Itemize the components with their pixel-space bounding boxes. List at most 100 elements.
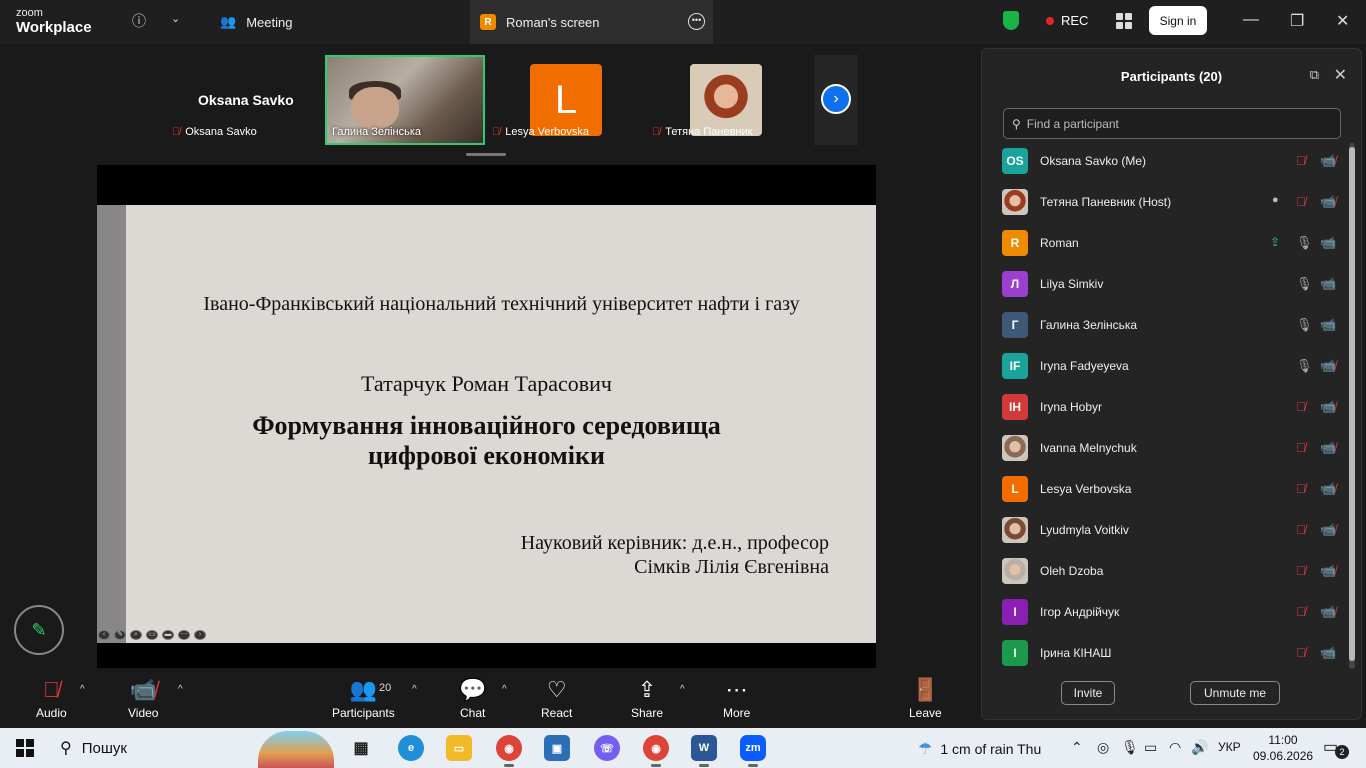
pen-icon[interactable]: ✎ — [114, 630, 126, 640]
mic-icon[interactable]: 🎙 — [1296, 358, 1313, 374]
next-page-button[interactable]: › — [814, 55, 858, 145]
share-button[interactable]: ⇪ Share — [631, 676, 663, 720]
zoom-taskbar-icon[interactable]: zm — [740, 735, 766, 767]
minimize-icon[interactable]: — — [1243, 11, 1259, 29]
participant-row[interactable]: L Lesya Verbovska 🎙̸ 📹̸ — [982, 469, 1348, 510]
unmute-me-button[interactable]: Unmute me — [1190, 681, 1280, 705]
self-name-tile[interactable]: Oksana Savko — [198, 92, 294, 108]
chat-button[interactable]: 💬 Chat — [459, 676, 486, 720]
leave-button[interactable]: 🚪 Leave — [909, 676, 942, 720]
wifi-icon[interactable]: ◠ — [1169, 739, 1181, 756]
participant-row[interactable]: Lyudmyla Voitkiv 🎙̸ 📹̸ — [982, 510, 1348, 551]
word-icon[interactable]: W — [691, 735, 717, 767]
zoom-icon[interactable]: ⌕ — [130, 630, 142, 640]
camera-off-icon[interactable]: 📹̸ — [1320, 563, 1336, 579]
mic-muted-icon[interactable]: 🎙̸ — [1296, 522, 1306, 537]
popout-icon[interactable]: ⧉ — [1310, 67, 1319, 83]
close-window-icon[interactable]: ✕ — [1336, 11, 1349, 31]
mic-icon[interactable]: 🎙 — [1296, 235, 1313, 251]
tab-shared-screen[interactable]: R Roman's screen ••• — [470, 0, 713, 44]
participants-options-caret-icon[interactable]: ^ — [412, 684, 417, 695]
participant-search[interactable]: ⚲ — [1003, 108, 1341, 139]
scrollbar-thumb[interactable] — [1349, 147, 1355, 661]
more-button[interactable]: ⋯ More — [723, 676, 750, 720]
list-scrollbar[interactable] — [1349, 143, 1355, 669]
participant-row[interactable]: Ivanna Melnychuk 🎙̸ 📹̸ — [982, 428, 1348, 469]
participant-row[interactable]: R Roman ⇪ 🎙 📹 — [982, 223, 1348, 264]
search-input[interactable] — [1026, 116, 1327, 131]
share-options-caret-icon[interactable]: ^ — [680, 684, 685, 695]
participant-row[interactable]: І Ірина КІНАШ 🎙̸ 📹 — [982, 633, 1348, 671]
restore-icon[interactable]: ❐ — [1290, 11, 1304, 31]
recording-indicator[interactable]: REC — [1046, 13, 1088, 28]
camera-icon[interactable]: 📹 — [1320, 645, 1336, 661]
next-slide-icon[interactable]: › — [194, 630, 206, 640]
video-options-caret-icon[interactable]: ^ — [178, 684, 183, 695]
mic-muted-icon[interactable]: 🎙̸ — [1296, 153, 1306, 168]
camera-off-icon[interactable]: 📹̸ — [1320, 522, 1336, 538]
notification-center-icon[interactable]: ▭ 2 — [1323, 737, 1349, 759]
windows-start-icon[interactable] — [16, 739, 34, 757]
chevron-down-icon[interactable]: ⌄ — [171, 12, 180, 25]
camera-off-icon[interactable]: 📹̸ — [1320, 481, 1336, 497]
mic-icon[interactable]: 🎙 — [1296, 276, 1313, 292]
audio-button[interactable]: 🎙̸ Audio — [36, 676, 67, 720]
strip-resize-handle[interactable] — [466, 153, 506, 156]
captions-icon[interactable]: ▭ — [146, 630, 158, 640]
input-language[interactable]: УКР — [1218, 740, 1241, 754]
mic-muted-icon[interactable]: 🎙̸ — [1296, 604, 1306, 619]
apps-grid-icon[interactable] — [1116, 13, 1132, 29]
participant-row[interactable]: IF Iryna Fadyeyeva 🎙 📹̸ — [982, 346, 1348, 387]
react-button[interactable]: ♡ React — [541, 676, 572, 720]
info-icon[interactable]: ⓘ — [132, 11, 146, 31]
camera-icon[interactable]: 📹 — [1320, 317, 1336, 333]
camera-off-icon[interactable]: 📹̸ — [1320, 153, 1336, 169]
more-options-icon[interactable]: ••• — [688, 13, 705, 30]
mic-muted-icon[interactable]: 🎙̸ — [1296, 481, 1306, 496]
video-button[interactable]: 📹̸ Video — [128, 676, 158, 720]
participant-row[interactable]: Л Lilya Simkiv 🎙 📹 — [982, 264, 1348, 305]
encryption-shield-icon[interactable] — [1003, 11, 1019, 30]
camera-off-icon[interactable]: 📹̸ — [1320, 604, 1336, 620]
camera-off-icon[interactable]: 📹̸ — [1320, 440, 1336, 456]
camera-tray-icon[interactable]: ◎ — [1097, 739, 1109, 756]
camera-icon[interactable]: 📹 — [1320, 276, 1336, 292]
participant-row[interactable]: Oleh Dzoba 🎙̸ 📹̸ — [982, 551, 1348, 592]
volume-icon[interactable]: 🔊 — [1191, 739, 1208, 756]
tab-meeting[interactable]: 👥 Meeting — [220, 0, 470, 44]
participant-row[interactable]: Г Галина Зелінська 🎙 📹 — [982, 305, 1348, 346]
viber-icon[interactable]: ☏ — [594, 735, 620, 761]
participant-row[interactable]: OS Oksana Savko (Me) 🎙̸ 📹̸ — [982, 141, 1348, 182]
microphone-tray-icon[interactable]: 🎙 — [1121, 739, 1139, 756]
sign-in-button[interactable]: Sign in — [1149, 6, 1207, 35]
mic-icon[interactable]: 🎙 — [1296, 317, 1313, 333]
camera-off-icon[interactable]: 📹̸ — [1320, 194, 1336, 210]
mic-muted-icon[interactable]: 🎙̸ — [1296, 563, 1306, 578]
camera-off-icon[interactable]: 📹̸ — [1320, 358, 1336, 374]
mic-muted-icon[interactable]: 🎙̸ — [1296, 645, 1306, 660]
close-panel-icon[interactable]: ✕ — [1334, 65, 1347, 85]
prev-slide-icon[interactable]: ‹ — [98, 630, 110, 640]
participant-row[interactable]: І Ігор Андрійчук 🎙̸ 📹̸ — [982, 592, 1348, 633]
clock[interactable]: 11:00 09.06.2026 — [1253, 732, 1313, 764]
audio-options-caret-icon[interactable]: ^ — [80, 684, 85, 695]
task-view-icon[interactable]: ▦ — [348, 735, 374, 761]
chat-options-caret-icon[interactable]: ^ — [502, 684, 507, 695]
annotate-pencil-button[interactable]: ✎ — [14, 605, 64, 655]
mic-muted-icon[interactable]: 🎙̸ — [1296, 194, 1306, 209]
camera-icon[interactable]: 📹 — [1320, 235, 1336, 251]
chrome-profile-icon[interactable]: ◉ — [643, 735, 669, 767]
invite-button[interactable]: Invite — [1061, 681, 1115, 705]
tray-chevron-icon[interactable]: ⌃ — [1071, 739, 1083, 756]
chrome-icon[interactable]: ◉ — [496, 735, 522, 767]
save-app-icon[interactable]: ▣ — [544, 735, 570, 761]
battery-icon[interactable]: ▭ — [1144, 739, 1157, 756]
participant-row[interactable]: Тетяна Паневник (Host) ● 🎙̸ 📹̸ — [982, 182, 1348, 223]
more-icon[interactable]: ⋯ — [178, 630, 190, 640]
edge-browser-icon[interactable]: e — [398, 735, 424, 761]
file-explorer-icon[interactable]: ▭ — [446, 735, 472, 761]
mic-muted-icon[interactable]: 🎙̸ — [1296, 440, 1306, 455]
mic-muted-icon[interactable]: 🎙̸ — [1296, 399, 1306, 414]
weather-widget[interactable]: ☂ 1 cm of rain Thu — [918, 739, 1041, 759]
screen-icon[interactable]: ▬ — [162, 630, 174, 640]
